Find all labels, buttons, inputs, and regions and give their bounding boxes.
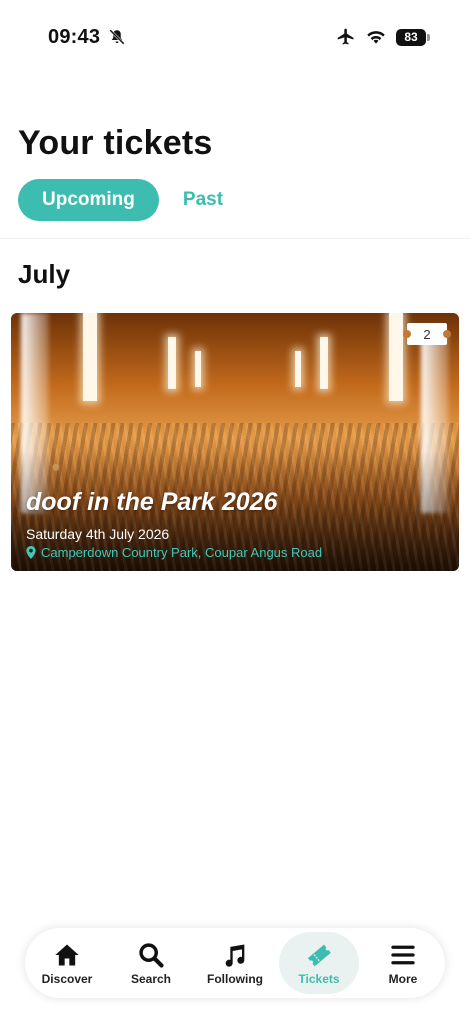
nav-discover[interactable]: Discover — [27, 932, 107, 994]
nav-tickets[interactable]: Tickets — [279, 932, 359, 994]
battery-level: 83 — [396, 28, 426, 46]
event-venue: Camperdown Country Park, Coupar Angus Ro… — [26, 545, 322, 560]
ticket-tabs: Upcoming Past — [18, 179, 223, 221]
bell-slash-icon — [109, 29, 125, 45]
nav-following-label: Following — [207, 971, 263, 986]
nav-discover-label: Discover — [41, 971, 93, 986]
home-icon — [55, 944, 79, 965]
status-indicators: 83 — [336, 27, 430, 47]
event-card[interactable]: 2 doof in the Park 2026 Saturday 4th Jul… — [11, 313, 459, 571]
header-divider — [0, 238, 470, 239]
tab-past[interactable]: Past — [183, 189, 223, 211]
bottom-nav: Discover Search Following Tickets More — [25, 928, 445, 998]
nav-tickets-label: Tickets — [298, 971, 340, 986]
nav-more-label: More — [388, 971, 418, 986]
nav-search[interactable]: Search — [111, 932, 191, 994]
event-date: Saturday 4th July 2026 — [26, 526, 170, 542]
ticket-icon — [307, 944, 331, 966]
airplane-icon — [337, 28, 354, 45]
nav-search-label: Search — [130, 971, 172, 986]
search-icon — [139, 942, 164, 968]
nav-more[interactable]: More — [363, 932, 443, 994]
status-time: 09:43 — [48, 26, 101, 48]
event-venue-text: Camperdown Country Park, Coupar Angus Ro… — [41, 545, 323, 560]
event-title: doof in the Park 2026 — [26, 488, 278, 516]
wifi-icon — [367, 31, 385, 44]
status-bar: 09:43 83 — [0, 0, 470, 78]
nav-following[interactable]: Following — [195, 932, 275, 994]
menu-icon — [391, 945, 415, 964]
music-note-icon — [225, 944, 245, 967]
page-title: Your tickets — [18, 124, 213, 162]
ticket-count-badge: 2 — [403, 323, 451, 345]
location-pin-icon — [26, 546, 36, 559]
battery-icon: 83 — [396, 28, 430, 46]
tab-upcoming[interactable]: Upcoming — [18, 179, 159, 221]
month-heading: July — [18, 259, 71, 289]
